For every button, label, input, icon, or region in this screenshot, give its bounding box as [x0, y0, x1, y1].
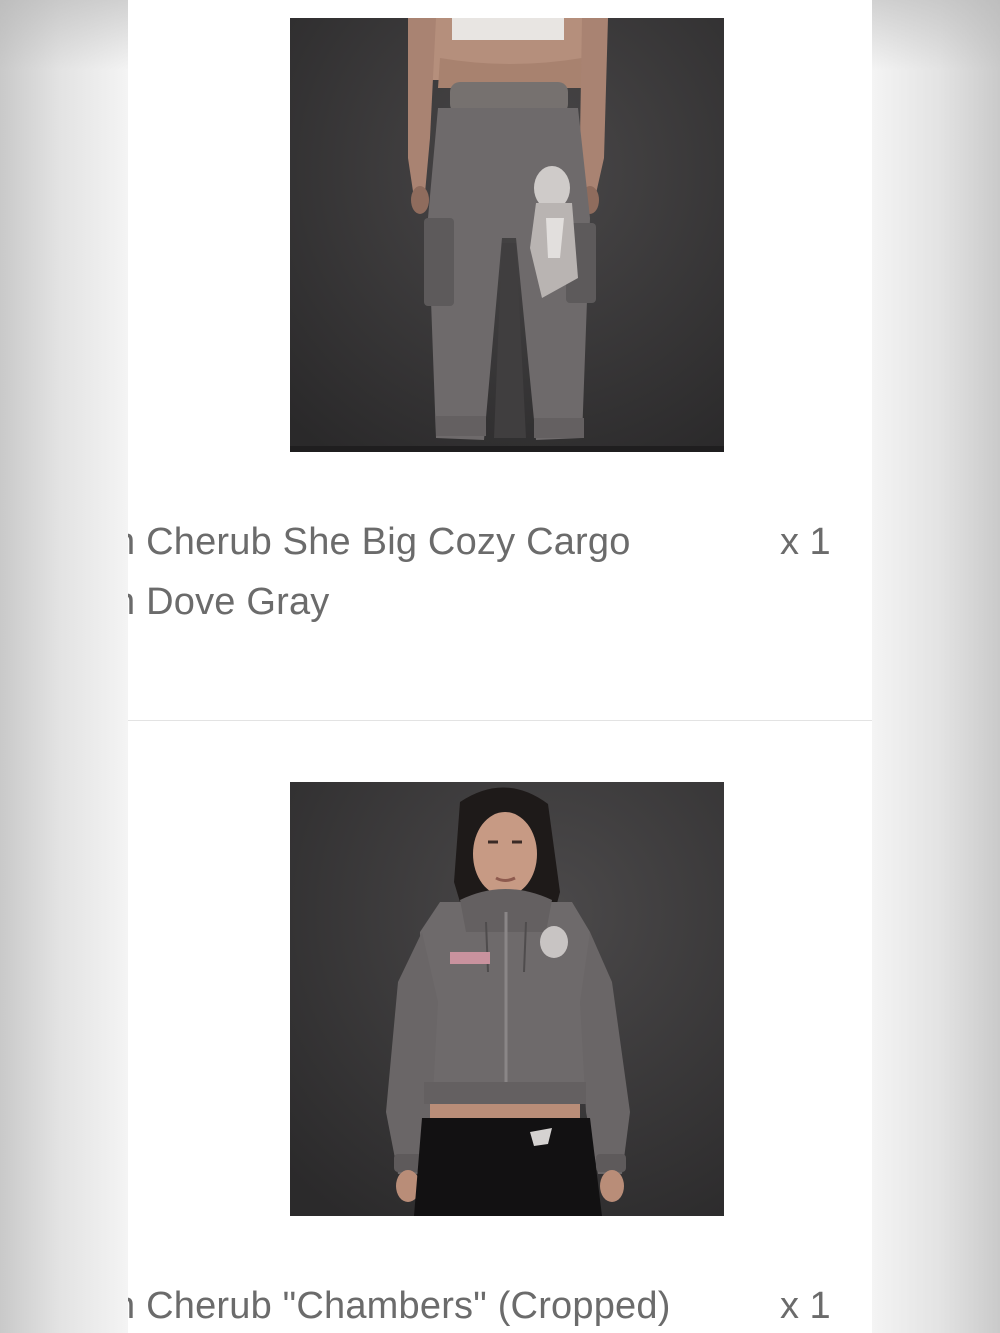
order-item: n Cherub "Chambers" (Cropped) x 1 [128, 721, 872, 1333]
item-quantity: x 1 [780, 521, 831, 563]
item-name[interactable]: n Cherub She Big Cozy Cargo n Dove Gray [128, 512, 714, 632]
item-name-line-2: n Dove Gray [128, 581, 330, 623]
item-name-line-1: n Cherub She Big Cozy Cargo [128, 521, 631, 563]
product-image-cargo[interactable] [290, 18, 724, 452]
order-items-panel: n Cherub She Big Cozy Cargo n Dove Gray … [128, 0, 872, 1333]
hoodie-photo [290, 782, 724, 1216]
item-name-line-1: n Cherub "Chambers" (Cropped) [128, 1285, 671, 1327]
item-name[interactable]: n Cherub "Chambers" (Cropped) [128, 1276, 714, 1333]
order-item: n Cherub She Big Cozy Cargo n Dove Gray … [128, 0, 872, 720]
item-quantity: x 1 [780, 1285, 831, 1327]
cargo-photo [290, 18, 724, 452]
product-image-hoodie[interactable] [290, 782, 724, 1216]
